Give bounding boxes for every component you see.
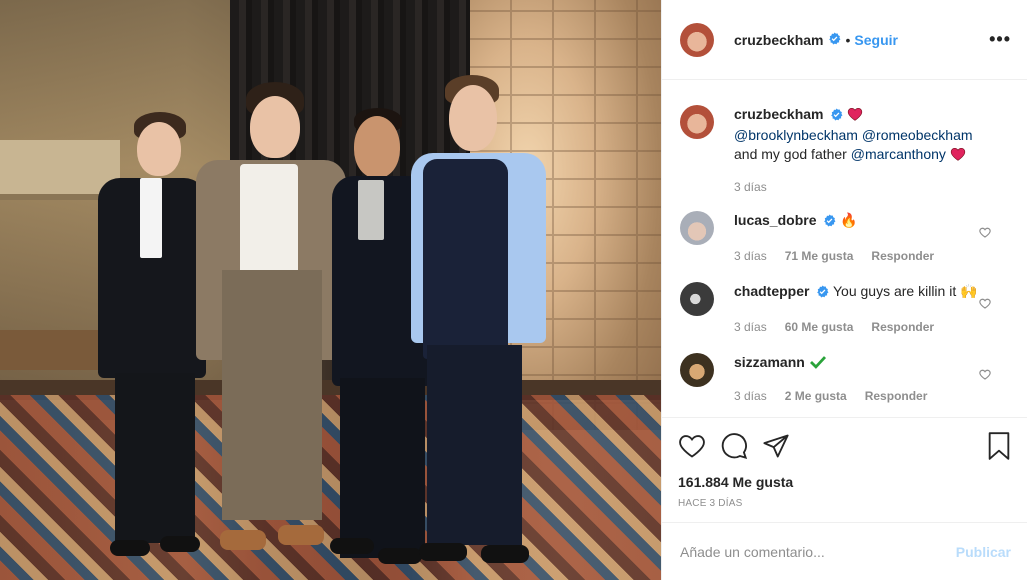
photo-person-1 (90, 108, 206, 578)
caption-username[interactable]: cruzbeckham (734, 106, 823, 122)
comment-avatar[interactable] (680, 211, 714, 245)
comment-item: chadtepper You guys are killin it 🙌 3 dí… (680, 282, 1011, 337)
comment-time[interactable]: 3 días (734, 318, 767, 337)
author-avatar[interactable] (680, 22, 714, 57)
comment-username[interactable]: lucas_dobre (734, 212, 816, 228)
action-bar (678, 430, 1011, 464)
verified-badge-icon (828, 32, 841, 48)
comment-time[interactable]: 3 días (734, 247, 767, 266)
heart-emoji (847, 106, 863, 122)
comment-text: You guys are killin it 🙌 (833, 283, 978, 299)
comment-item: lucas_dobre 🔥 3 días 71 Me gusta Respond… (680, 211, 1011, 266)
caption-mention-2[interactable]: @romeobeckham (862, 127, 973, 143)
comment-username[interactable]: sizzamann (734, 354, 805, 370)
comment-likes[interactable]: 71 Me gusta (785, 247, 854, 266)
heart-icon[interactable] (678, 433, 706, 462)
caption-text: and my god father (734, 146, 847, 162)
comment-like-heart-icon[interactable] (979, 367, 991, 383)
caption-mention-3[interactable]: @marcanthony (851, 146, 946, 162)
photo-person-2 (192, 80, 352, 580)
more-options-icon[interactable]: ••• (989, 29, 1011, 50)
caption-meta: 3 días (734, 178, 981, 197)
post-sidebar: cruzbeckham • Seguir ••• cruzbeckham @br… (661, 0, 1027, 580)
caption: cruzbeckham @brooklynbeckham @romeobeckh… (680, 105, 1011, 197)
comment-time[interactable]: 3 días (734, 387, 767, 406)
heart-emoji (950, 146, 966, 162)
comment-likes[interactable]: 60 Me gusta (785, 318, 854, 337)
follow-button[interactable]: Seguir (854, 32, 898, 48)
photo-person-4 (405, 75, 550, 580)
caption-mention-1[interactable]: @brooklynbeckham (734, 127, 858, 143)
add-comment-bar: Publicar (662, 522, 1027, 580)
post-photo[interactable] (0, 0, 661, 580)
comment-item: sizzamann 3 días 2 Me gusta Responder (680, 353, 1011, 406)
verified-badge-icon (830, 107, 843, 126)
comment-input[interactable] (680, 543, 956, 560)
likes-count[interactable]: 161.884 Me gusta (678, 474, 1011, 490)
post-date[interactable]: HACE 3 DÍAS (678, 498, 1011, 509)
reply-button[interactable]: Responder (871, 318, 934, 337)
bookmark-icon[interactable] (987, 431, 1011, 463)
caption-time[interactable]: 3 días (734, 178, 767, 197)
comment-icon[interactable] (720, 432, 748, 463)
verified-badge-icon (816, 284, 829, 303)
comment-avatar[interactable] (680, 353, 714, 387)
comments-list[interactable]: cruzbeckham @brooklynbeckham @romeobeckh… (662, 81, 1027, 416)
caption-avatar[interactable] (680, 105, 714, 139)
comment-likes[interactable]: 2 Me gusta (785, 387, 847, 406)
check-mark-icon (809, 354, 827, 370)
comment-meta: 3 días 71 Me gusta Responder (734, 247, 981, 266)
post-actions: 161.884 Me gusta HACE 3 DÍAS (662, 417, 1027, 509)
comment-meta: 3 días 60 Me gusta Responder (734, 318, 981, 337)
comment-like-heart-icon[interactable] (979, 296, 991, 312)
share-icon[interactable] (762, 433, 790, 462)
author-username[interactable]: cruzbeckham (734, 32, 823, 48)
verified-badge-icon (823, 213, 836, 232)
comment-meta: 3 días 2 Me gusta Responder (734, 387, 981, 406)
instagram-post: cruzbeckham • Seguir ••• cruzbeckham @br… (0, 0, 1027, 580)
post-header: cruzbeckham • Seguir ••• (662, 0, 1027, 80)
publish-button[interactable]: Publicar (956, 544, 1011, 560)
header-separator: • (845, 31, 851, 48)
reply-button[interactable]: Responder (865, 387, 928, 406)
comment-like-heart-icon[interactable] (979, 225, 991, 241)
comment-username[interactable]: chadtepper (734, 283, 809, 299)
comment-avatar[interactable] (680, 282, 714, 316)
comment-text: 🔥 (840, 212, 858, 228)
reply-button[interactable]: Responder (871, 247, 934, 266)
